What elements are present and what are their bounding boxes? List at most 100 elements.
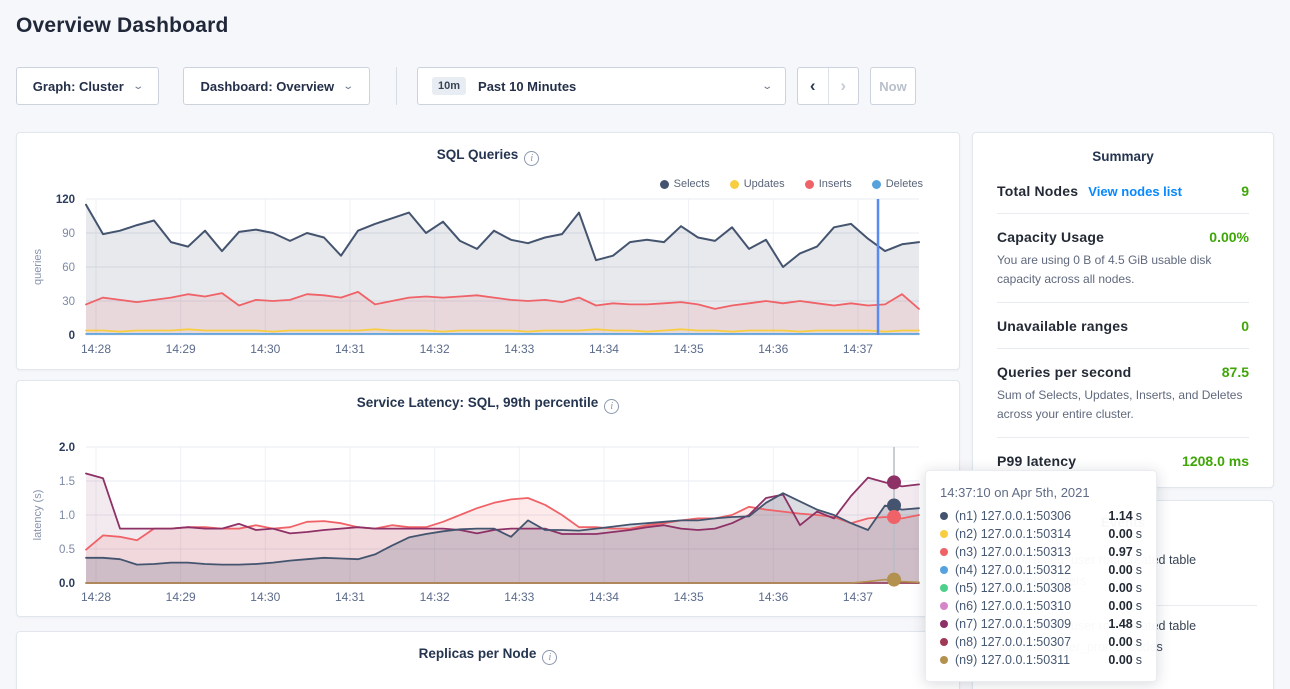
series-color-dot <box>940 566 948 574</box>
x-tick-label: 14:36 <box>758 342 788 356</box>
x-tick-label: 14:32 <box>420 342 450 356</box>
tooltip-node-value: 0.00 <box>1108 599 1132 613</box>
crosshair-dot <box>887 510 901 524</box>
capacity-usage-value: 0.00% <box>1209 229 1249 245</box>
time-step-buttons: ‹ › <box>797 67 859 105</box>
x-tick-label: 14:37 <box>843 342 873 356</box>
unavailable-ranges-value: 0 <box>1241 318 1249 334</box>
tooltip-node-value: 0.97 <box>1108 545 1132 559</box>
summary-panel: Summary Total Nodes View nodes list 9 Ca… <box>972 132 1274 488</box>
toolbar-divider <box>396 67 397 105</box>
y-tick-label: 0 <box>69 330 75 342</box>
tooltip-node-label: (n8) 127.0.0.1:50307 <box>955 635 1071 649</box>
y-tick-label: 0.5 <box>59 544 75 556</box>
tooltip-node-label: (n2) 127.0.0.1:50314 <box>955 527 1071 541</box>
summary-title: Summary <box>997 133 1249 168</box>
tooltip-node-value: 1.48 <box>1108 617 1132 631</box>
tooltip-node-unit: s <box>1136 599 1142 613</box>
x-tick-label: 14:30 <box>250 590 280 604</box>
x-tick-label: 14:28 <box>81 342 111 356</box>
tooltip-node-label: (n5) 127.0.0.1:50308 <box>955 581 1071 595</box>
tooltip-timestamp: 14:37:10 on Apr 5th, 2021 <box>940 485 1142 500</box>
series-color-dot <box>940 602 948 610</box>
x-tick-label: 14:31 <box>335 590 365 604</box>
y-tick-label: 0.0 <box>59 578 75 590</box>
qps-desc: Sum of Selects, Updates, Inserts, and De… <box>997 386 1249 423</box>
total-nodes-label: Total Nodes <box>997 183 1078 199</box>
tooltip-node-label: (n1) 127.0.0.1:50306 <box>955 509 1071 523</box>
crosshair-dot <box>887 475 901 489</box>
tooltip-node-value: 0.00 <box>1108 563 1132 577</box>
y-tick-label: 1.0 <box>59 510 75 522</box>
time-range-dropdown[interactable]: 10m Past 10 Minutes ⌄ <box>417 67 786 105</box>
info-icon[interactable]: i <box>524 151 539 166</box>
graph-dropdown-label: Graph: Cluster <box>33 79 124 94</box>
y-tick-label: 30 <box>62 296 75 308</box>
x-tick-label: 14:30 <box>250 342 280 356</box>
tooltip-node-unit: s <box>1136 653 1142 667</box>
tooltip-node-label: (n9) 127.0.0.1:50311 <box>955 653 1070 667</box>
tooltip-rows: (n1) 127.0.0.1:503061.14s(n2) 127.0.0.1:… <box>940 507 1142 669</box>
tooltip-row: (n8) 127.0.0.1:503070.00s <box>940 633 1142 651</box>
crosshair-dot <box>887 573 901 587</box>
qps-value: 87.5 <box>1222 364 1249 380</box>
info-icon[interactable]: i <box>604 399 619 414</box>
chevron-down-icon: ⌄ <box>761 81 773 92</box>
total-nodes-value: 9 <box>1241 183 1249 199</box>
p99-latency-label: P99 latency <box>997 453 1076 469</box>
tooltip-row: (n2) 127.0.0.1:50314 0.00 s <box>940 525 1142 543</box>
info-icon[interactable]: i <box>542 650 557 665</box>
view-nodes-list-link[interactable]: View nodes list <box>1088 184 1182 199</box>
x-tick-label: 14:37 <box>843 590 873 604</box>
series-color-dot <box>940 512 948 520</box>
tooltip-node-unit: s <box>1136 563 1142 577</box>
now-button[interactable]: Now <box>870 67 916 105</box>
y-tick-label: 90 <box>62 228 75 240</box>
sql-queries-chart[interactable]: 14:2814:2914:3014:3114:3214:3314:3414:35… <box>17 185 961 376</box>
unavailable-ranges-label: Unavailable ranges <box>997 318 1128 334</box>
x-tick-label: 14:29 <box>166 342 196 356</box>
x-tick-label: 14:36 <box>758 590 788 604</box>
qps-label: Queries per second <box>997 364 1131 380</box>
summary-row-unavailable: Unavailable ranges 0 <box>997 303 1249 349</box>
x-tick-label: 14:32 <box>420 590 450 604</box>
y-tick-label: 2.0 <box>59 442 75 454</box>
graph-dropdown[interactable]: Graph: Cluster ⌄ <box>16 67 159 105</box>
tooltip-node-value: 0.00 <box>1108 527 1132 541</box>
chart-hover-tooltip: 14:37:10 on Apr 5th, 2021 (n1) 127.0.0.1… <box>925 470 1157 682</box>
tooltip-row: (n7) 127.0.0.1:50309 1.48 s <box>940 615 1142 633</box>
tooltip-node-value: 1.14 <box>1108 509 1132 523</box>
time-back-button[interactable]: ‹ <box>798 68 829 104</box>
x-tick-label: 14:29 <box>166 590 196 604</box>
series-color-dot <box>940 584 948 592</box>
tooltip-node-unit: s <box>1136 581 1142 595</box>
service-latency-chart[interactable]: 14:2814:2914:3014:3114:3214:3314:3414:35… <box>17 433 961 624</box>
tooltip-row: (n5) 127.0.0.1:503080.00s <box>940 579 1142 597</box>
tooltip-node-unit: s <box>1136 617 1142 631</box>
page-title: Overview Dashboard <box>16 14 229 38</box>
tooltip-node-value: 0.00 <box>1108 653 1132 667</box>
time-forward-button[interactable]: › <box>829 68 859 104</box>
tooltip-node-label: (n3) 127.0.0.1:50313 <box>955 545 1071 559</box>
x-tick-label: 14:33 <box>504 590 534 604</box>
x-tick-label: 14:35 <box>674 342 704 356</box>
summary-row-total-nodes: Total Nodes View nodes list 9 <box>997 168 1249 214</box>
tooltip-row: (n6) 127.0.0.1:503100.00s <box>940 597 1142 615</box>
dashboard-dropdown[interactable]: Dashboard: Overview ⌄ <box>183 67 370 105</box>
y-tick-label: 60 <box>62 262 75 274</box>
tooltip-row: (n3) 127.0.0.1:503130.97s <box>940 543 1142 561</box>
y-axis-label: latency (s) <box>32 490 44 541</box>
x-tick-label: 14:34 <box>589 342 619 356</box>
tooltip-node-unit: s <box>1136 527 1142 541</box>
tooltip-row: (n1) 127.0.0.1:50306 1.14 s <box>940 507 1142 525</box>
tooltip-node-value: 0.00 <box>1108 635 1132 649</box>
sql-queries-panel: SQL Queriesi SelectsUpdatesInsertsDelete… <box>16 132 960 370</box>
tooltip-row: (n4) 127.0.0.1:503120.00s <box>940 561 1142 579</box>
tooltip-node-label: (n7) 127.0.0.1:50309 <box>955 617 1071 631</box>
tooltip-node-unit: s <box>1136 509 1142 523</box>
latency-svg: 14:2814:2914:3014:3114:3214:3314:3414:35… <box>17 433 961 619</box>
sql-queries-title: SQL Queriesi <box>17 147 959 166</box>
time-range-label: Past 10 Minutes <box>478 79 576 94</box>
service-latency-panel: Service Latency: SQL, 99th percentilei 1… <box>16 380 960 617</box>
chevron-down-icon: ⌄ <box>342 81 354 92</box>
